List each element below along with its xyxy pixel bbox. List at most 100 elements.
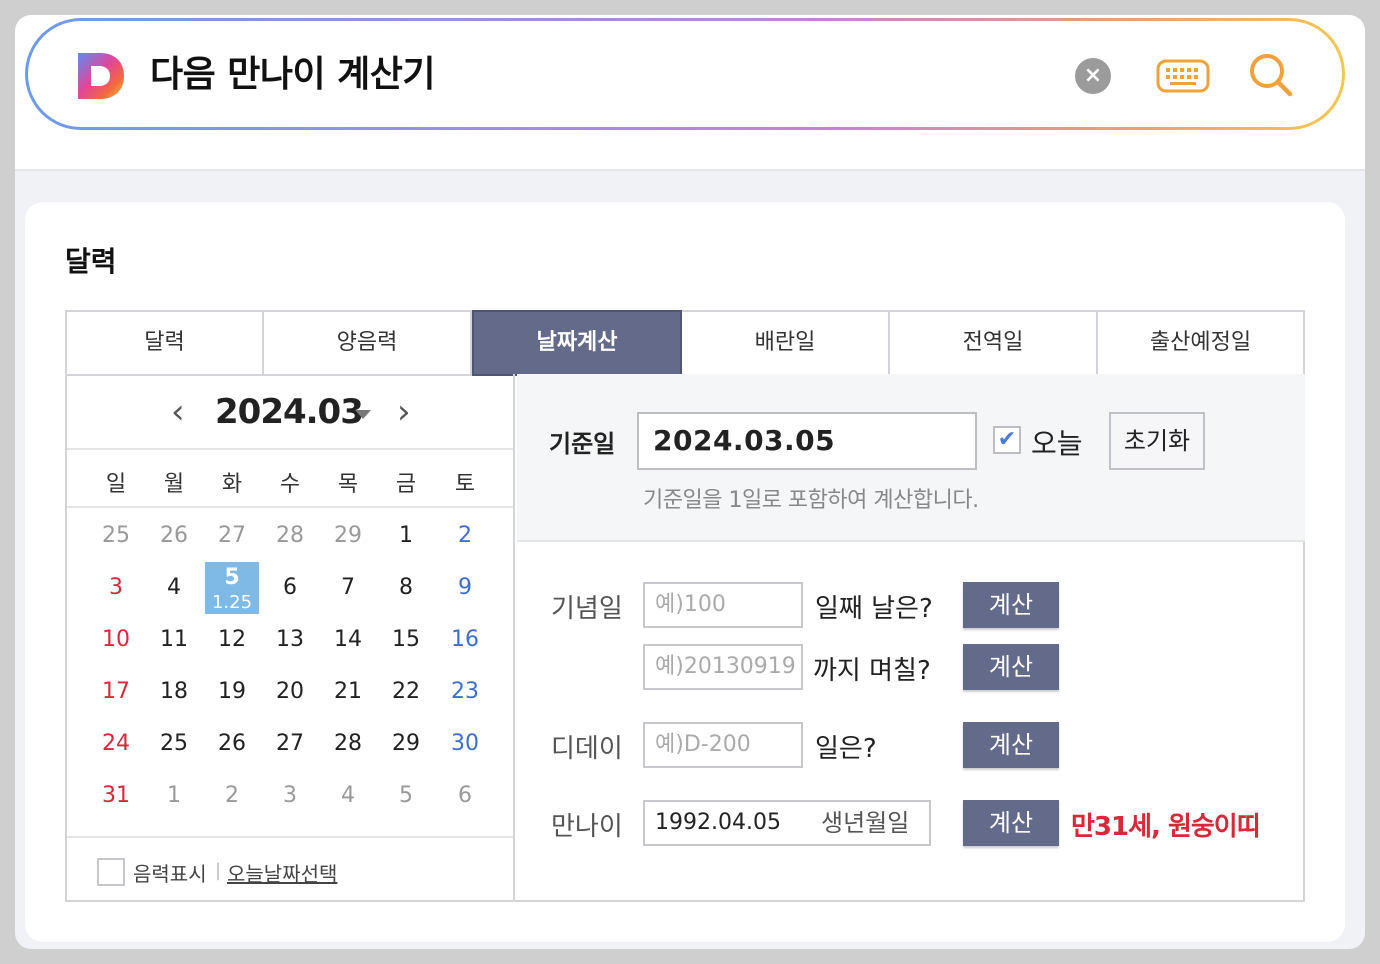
base-date-area: 기준일 2024.03.05 ✔ 오늘 초기화 기준일을 1일로 포함하여 계산… bbox=[517, 374, 1305, 542]
calendar-day[interactable]: 14 bbox=[319, 614, 377, 666]
calendar-day[interactable]: 15 bbox=[377, 614, 435, 666]
search-bar-inner: 다음 만나이 계산기 × bbox=[28, 21, 1342, 127]
caret-down-icon[interactable] bbox=[355, 410, 371, 419]
tab-bar: 달력 양음력 날짜계산 배란일 전역일 출산예정일 bbox=[65, 310, 1305, 376]
calendar-day[interactable]: 3 bbox=[87, 562, 145, 614]
calendar-day[interactable]: 22 bbox=[377, 666, 435, 718]
month-selector[interactable]: 2024.03 bbox=[215, 392, 364, 432]
calendar-day[interactable]: 25 bbox=[145, 718, 203, 770]
daum-logo-icon[interactable] bbox=[76, 51, 126, 101]
tab-lunar-solar[interactable]: 양음력 bbox=[264, 312, 472, 374]
anniversary-days-input[interactable]: 예)100 bbox=[643, 582, 803, 628]
calendar-day[interactable]: 23 bbox=[436, 666, 494, 718]
today-label[interactable]: 오늘 bbox=[1031, 422, 1083, 462]
base-date-note: 기준일을 1일로 포함하여 계산합니다. bbox=[643, 488, 979, 513]
search-bar: 다음 만나이 계산기 × bbox=[25, 18, 1345, 130]
calendar-day[interactable]: 2 bbox=[203, 770, 261, 822]
search-icon[interactable] bbox=[1248, 52, 1294, 98]
calendar-day[interactable]: 8 bbox=[377, 562, 435, 614]
birthdate-value: 1992.04.05 bbox=[655, 810, 781, 835]
calc-button-days[interactable]: 계산 bbox=[963, 582, 1059, 628]
base-date-label: 기준일 bbox=[549, 430, 616, 458]
tab-ovulation[interactable]: 배란일 bbox=[682, 312, 890, 374]
calendar-card: 달력 달력 양음력 날짜계산 배란일 전역일 출산예정일 ‹ 2024.03 ›… bbox=[25, 202, 1345, 942]
birthdate-suffix: 생년월일 bbox=[821, 809, 910, 837]
age-label: 만나이 bbox=[551, 812, 623, 842]
calendar-day[interactable]: 17 bbox=[87, 666, 145, 718]
day-grid: 25 26 27 28 29 1 2 3 4 5 1.25 6 7 8 9 10 11 12 13 14 15 16 17 1… bbox=[67, 510, 513, 836]
calendar-day[interactable]: 4 bbox=[145, 562, 203, 614]
keyboard-icon[interactable] bbox=[1156, 59, 1210, 93]
calendar-day[interactable]: 31 bbox=[87, 770, 145, 822]
month-nav: ‹ 2024.03 › bbox=[67, 374, 513, 450]
calc-button-dday[interactable]: 계산 bbox=[963, 722, 1059, 768]
calendar-day[interactable]: 4 bbox=[319, 770, 377, 822]
anniversary-days-text: 일째 날은? bbox=[815, 594, 933, 624]
calendar-day[interactable]: 28 bbox=[319, 718, 377, 770]
calendar-day[interactable]: 16 bbox=[436, 614, 494, 666]
calendar-day[interactable]: 25 bbox=[87, 510, 145, 562]
card-title: 달력 bbox=[65, 245, 117, 278]
calendar-footer: 음력표시 | 오늘날짜선택 bbox=[67, 836, 513, 900]
calendar-day[interactable]: 29 bbox=[319, 510, 377, 562]
calendar-day[interactable]: 28 bbox=[261, 510, 319, 562]
calendar-day[interactable]: 5 bbox=[377, 770, 435, 822]
tab-due-date[interactable]: 출산예정일 bbox=[1098, 312, 1303, 374]
footer-separator: | bbox=[215, 860, 222, 881]
weekday-label: 월 bbox=[163, 472, 185, 497]
weekday-label: 금 bbox=[395, 472, 417, 497]
calendar-day[interactable]: 7 bbox=[319, 562, 377, 614]
calendar-day[interactable]: 29 bbox=[377, 718, 435, 770]
tab-content: ‹ 2024.03 › 일월화수목금토 25 26 27 28 29 1 2 3 4 5 1.25 6… bbox=[65, 374, 1305, 902]
calendar-day[interactable]: 20 bbox=[261, 666, 319, 718]
calendar-day[interactable]: 11 bbox=[145, 614, 203, 666]
calendar-day[interactable]: 27 bbox=[261, 718, 319, 770]
lunar-label[interactable]: 음력표시 bbox=[133, 858, 207, 887]
today-checkbox[interactable]: ✔ bbox=[993, 426, 1021, 454]
calendar-day[interactable]: 10 bbox=[87, 614, 145, 666]
calendar-day[interactable]: 26 bbox=[145, 510, 203, 562]
calendar-day[interactable]: 2 bbox=[436, 510, 494, 562]
lunar-checkbox[interactable] bbox=[97, 858, 125, 886]
calendar-day[interactable]: 12 bbox=[203, 614, 261, 666]
calendar-day[interactable]: 19 bbox=[203, 666, 261, 718]
calendar-day-selected[interactable]: 5 1.25 bbox=[205, 562, 259, 614]
base-date-input[interactable]: 2024.03.05 bbox=[637, 412, 977, 470]
weekday-header: 일월화수목금토 bbox=[67, 452, 513, 508]
calendar-day[interactable]: 27 bbox=[203, 510, 261, 562]
select-today-link[interactable]: 오늘날짜선택 bbox=[227, 858, 337, 887]
calc-button-until[interactable]: 계산 bbox=[963, 644, 1059, 690]
date-calc-pane: 기준일 2024.03.05 ✔ 오늘 초기화 기준일을 1일로 포함하여 계산… bbox=[517, 374, 1305, 900]
tab-date-calc[interactable]: 날짜계산 bbox=[472, 310, 682, 376]
reset-button[interactable]: 초기화 bbox=[1109, 412, 1205, 470]
calendar-day[interactable]: 9 bbox=[436, 562, 494, 614]
calendar-day[interactable]: 3 bbox=[261, 770, 319, 822]
calendar-day[interactable]: 6 bbox=[261, 562, 319, 614]
calendar-day[interactable]: 21 bbox=[319, 666, 377, 718]
tab-calendar[interactable]: 달력 bbox=[67, 312, 264, 374]
calendar-day[interactable]: 26 bbox=[203, 718, 261, 770]
selected-day-number: 5 bbox=[224, 565, 240, 590]
dday-input[interactable]: 예)D-200 bbox=[643, 722, 803, 768]
calendar-pane: ‹ 2024.03 › 일월화수목금토 25 26 27 28 29 1 2 3 4 5 1.25 6… bbox=[67, 374, 515, 900]
calendar-day[interactable]: 1 bbox=[377, 510, 435, 562]
anniversary-label: 기념일 bbox=[551, 594, 623, 624]
clear-icon[interactable]: × bbox=[1075, 58, 1111, 94]
calendar-day[interactable]: 24 bbox=[87, 718, 145, 770]
birthdate-input[interactable]: 1992.04.05 생년월일 bbox=[643, 800, 931, 846]
calendar-day[interactable]: 6 bbox=[436, 770, 494, 822]
search-input[interactable]: 다음 만나이 계산기 bbox=[150, 51, 436, 99]
anniversary-date-input[interactable]: 예)20130919 bbox=[643, 644, 803, 690]
anniversary-date-text: 까지 며칠? bbox=[813, 656, 931, 686]
calendar-day[interactable]: 13 bbox=[261, 614, 319, 666]
calendar-day[interactable]: 30 bbox=[436, 718, 494, 770]
calendar-day[interactable]: 18 bbox=[145, 666, 203, 718]
calc-button-age[interactable]: 계산 bbox=[963, 800, 1059, 846]
weekday-label: 화 bbox=[221, 472, 243, 497]
tab-discharge[interactable]: 전역일 bbox=[890, 312, 1098, 374]
prev-month-button[interactable]: ‹ bbox=[171, 395, 185, 429]
weekday-label: 수 bbox=[279, 472, 301, 497]
weekday-label: 토 bbox=[454, 472, 476, 497]
calendar-day[interactable]: 1 bbox=[145, 770, 203, 822]
next-month-button[interactable]: › bbox=[397, 395, 411, 429]
